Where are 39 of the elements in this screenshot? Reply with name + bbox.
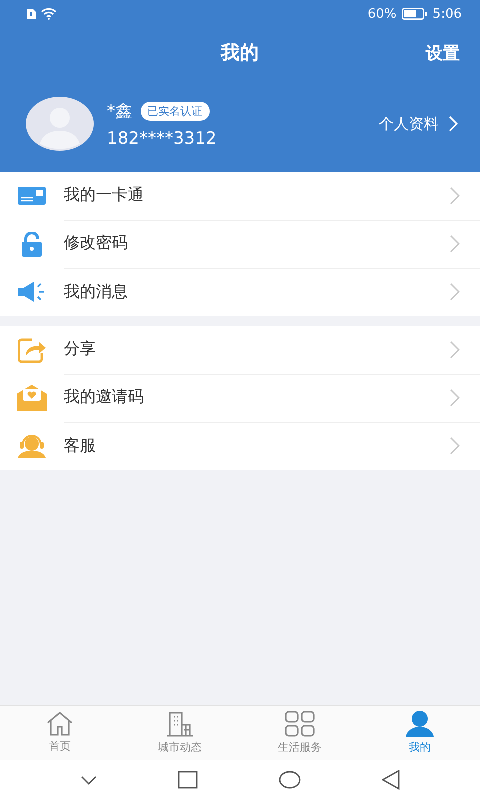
- building-icon: [166, 711, 194, 737]
- chevron-right-icon: [450, 437, 460, 455]
- home-icon: [46, 712, 74, 736]
- recent-apps-icon[interactable]: [178, 771, 198, 789]
- menu-item[interactable]: 我的邀请码: [0, 374, 480, 422]
- battery-icon: [402, 8, 428, 20]
- user-name: *鑫: [107, 100, 132, 122]
- clock-time: 5:06: [432, 6, 462, 22]
- person-icon: [405, 711, 435, 737]
- wifi-icon: [41, 8, 57, 20]
- back-icon[interactable]: [382, 770, 400, 790]
- grid-icon: [285, 711, 315, 737]
- chevron-right-icon: [450, 388, 460, 406]
- chevron-right-icon: [450, 234, 460, 252]
- share-icon: [18, 338, 46, 362]
- battery-percent: 60%: [368, 6, 397, 22]
- profile-link[interactable]: 个人资料: [379, 114, 458, 134]
- sim-icon: [26, 8, 37, 20]
- page-title: 我的: [221, 41, 259, 66]
- hide-keyboard-icon[interactable]: [80, 776, 96, 784]
- chevron-right-icon: [449, 116, 458, 132]
- headset-person-icon: [18, 434, 46, 458]
- menu-item[interactable]: 我的消息: [0, 268, 480, 316]
- menu-item[interactable]: 修改密码: [0, 220, 480, 268]
- home-button-icon[interactable]: [278, 771, 300, 789]
- verified-badge: 已实名认证: [140, 102, 210, 120]
- avatar-icon[interactable]: [26, 97, 94, 151]
- phone-number: 182****3312: [107, 128, 218, 148]
- chevron-right-icon: [450, 340, 460, 358]
- settings-link[interactable]: 设置: [426, 42, 460, 64]
- menu-item[interactable]: 客服: [0, 422, 480, 470]
- chevron-right-icon: [450, 186, 460, 204]
- chevron-right-icon: [450, 283, 460, 301]
- speaker-icon: [18, 281, 46, 303]
- menu-item[interactable]: 我的一卡通: [0, 172, 480, 220]
- tab[interactable]: 我的: [360, 706, 480, 760]
- lock-icon: [20, 232, 44, 256]
- card-icon: [18, 187, 46, 205]
- menu-item[interactable]: 分享: [0, 326, 480, 374]
